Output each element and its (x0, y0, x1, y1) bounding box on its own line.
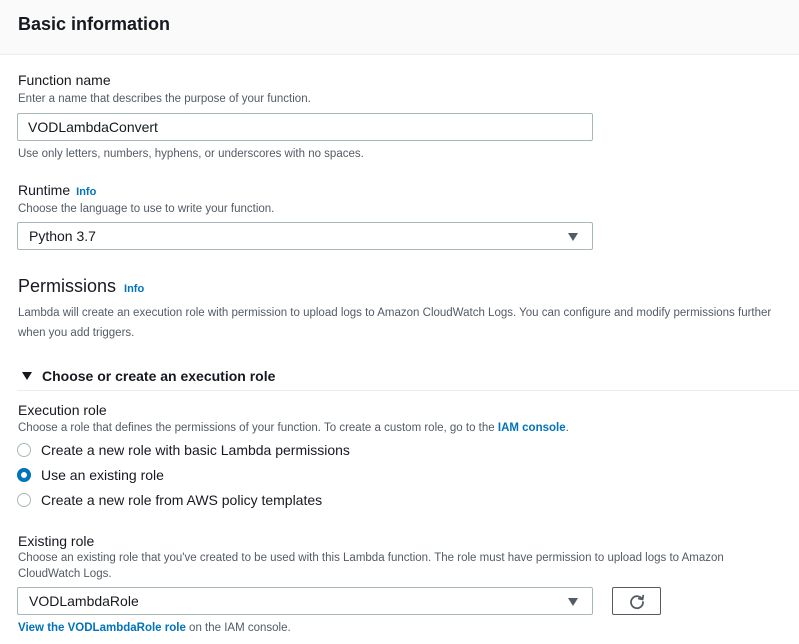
refresh-icon (630, 594, 645, 610)
execution-role-description-end: . (565, 422, 569, 434)
runtime-selected-value: Python 3.7 (29, 228, 96, 244)
function-name-label: Function name (18, 72, 111, 88)
permissions-title: Permissions (18, 276, 117, 296)
permissions-title-row: Permissions Info (18, 276, 144, 297)
basic-information-panel: Basic information Function name Enter a … (0, 0, 799, 644)
runtime-label-row: Runtime Info (18, 182, 96, 198)
caret-down-icon (568, 233, 578, 241)
permissions-info-link[interactable]: Info (124, 283, 144, 295)
existing-role-description-line1: Choose an existing role that you've crea… (18, 552, 724, 564)
runtime-label: Runtime (18, 182, 71, 198)
existing-role-label: Existing role (18, 533, 95, 549)
execution-role-expander[interactable]: Choose or create an execution role (17, 366, 799, 391)
panel-title: Basic information (18, 14, 171, 34)
existing-role-select[interactable]: VODLambdaRole (17, 587, 593, 615)
panel-header: Basic information (0, 0, 799, 55)
refresh-roles-button[interactable] (612, 587, 661, 615)
runtime-info-link[interactable]: Info (76, 186, 96, 198)
view-role-line: View the VODLambdaRole role on the IAM c… (18, 622, 291, 634)
radio-label: Create a new role with basic Lambda perm… (41, 442, 350, 458)
execution-role-description: Choose a role that defines the permissio… (18, 422, 569, 434)
iam-console-link[interactable]: IAM console (498, 422, 566, 434)
execution-role-description-text: Choose a role that defines the permissio… (18, 422, 498, 434)
function-name-input[interactable] (17, 113, 593, 141)
caret-down-icon (568, 598, 578, 606)
existing-role-selected-value: VODLambdaRole (29, 593, 139, 609)
view-role-link[interactable]: View the VODLambdaRole role (18, 622, 186, 634)
function-name-description: Enter a name that describes the purpose … (18, 93, 311, 105)
radio-label: Use an existing role (41, 467, 164, 483)
view-role-suffix: on the IAM console. (185, 622, 291, 634)
caret-down-icon (22, 372, 32, 380)
radio-button[interactable] (17, 468, 31, 482)
radio-button[interactable] (17, 493, 31, 507)
radio-button[interactable] (17, 443, 31, 457)
existing-role-description-line2: CloudWatch Logs. (18, 568, 112, 580)
expander-label: Choose or create an execution role (42, 368, 276, 384)
permissions-description: Lambda will create an execution role wit… (18, 307, 772, 339)
execution-role-label: Execution role (18, 402, 107, 418)
runtime-select[interactable]: Python 3.7 (17, 222, 593, 250)
function-name-hint: Use only letters, numbers, hyphens, or u… (18, 148, 364, 160)
radio-label: Create a new role from AWS policy templa… (41, 492, 323, 508)
runtime-description: Choose the language to use to write your… (18, 203, 275, 215)
